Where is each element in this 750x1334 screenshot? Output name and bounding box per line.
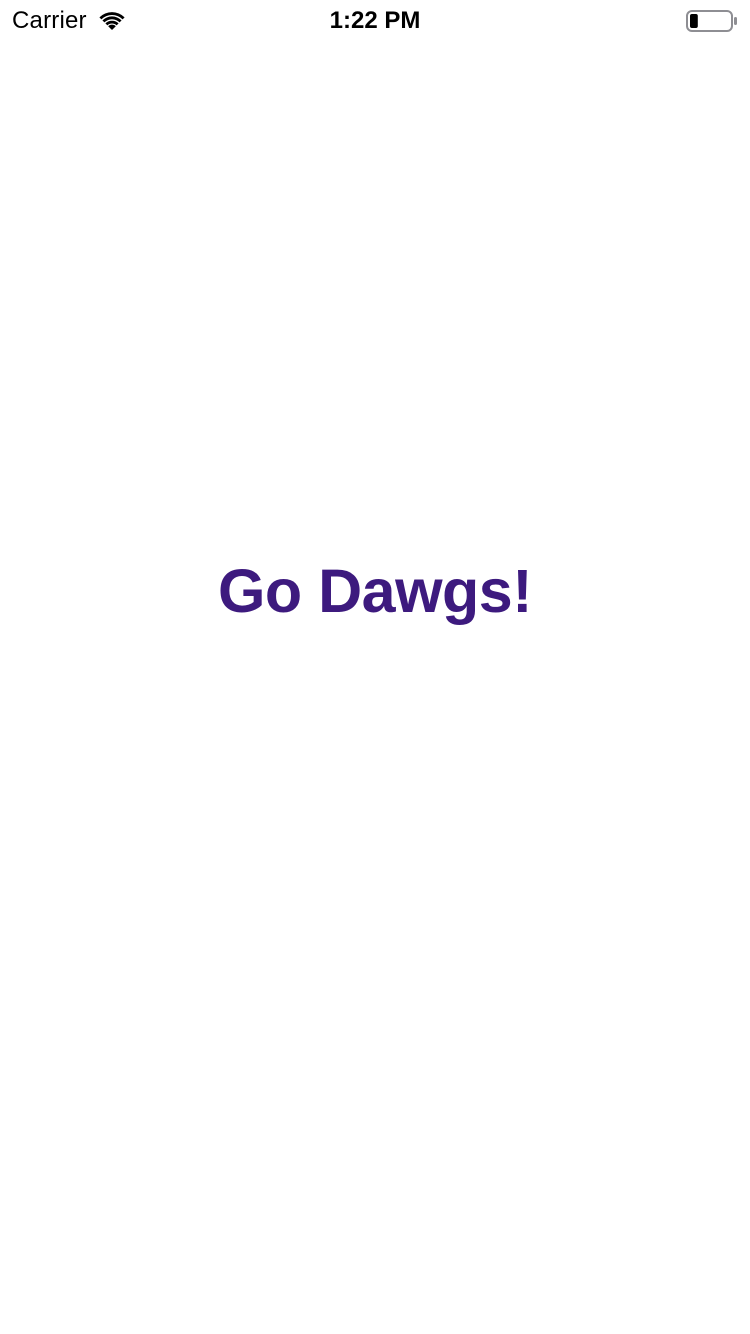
status-time: 1:22 PM [329,7,421,34]
status-bar: Carrier 1:22 PM [0,0,750,40]
battery-level-fill [690,14,698,28]
battery-icon [686,10,737,32]
go-dawgs-label: Go Dawgs! [217,557,533,625]
app-screen: Carrier 1:22 PM Go Dawgs! [0,0,750,1334]
